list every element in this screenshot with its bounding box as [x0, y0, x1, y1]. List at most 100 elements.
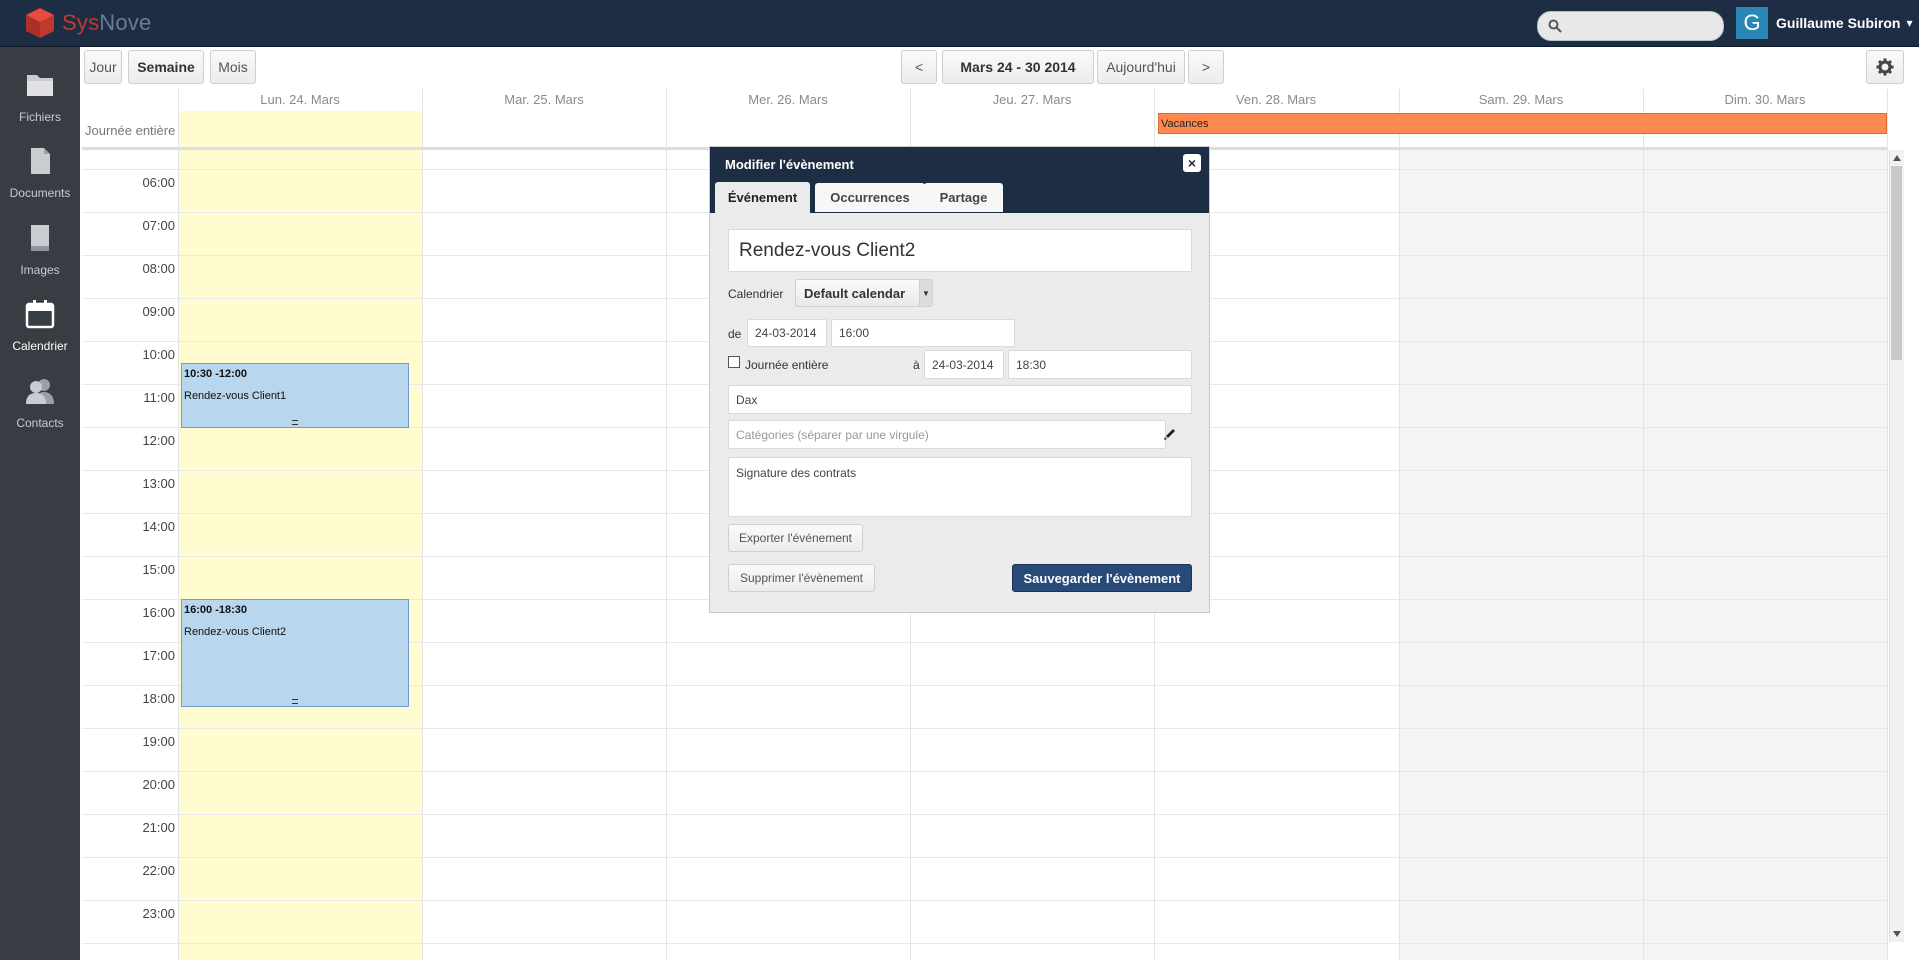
hour-line: [82, 814, 1887, 815]
calendar-icon: [25, 300, 55, 329]
grid-line: [666, 89, 667, 960]
sidebar: Fichiers Documents Images Calendrier Con…: [0, 47, 80, 960]
hour-line: [82, 728, 1887, 729]
allday-label: Journée entière: [745, 358, 829, 372]
hour-line: [82, 857, 1887, 858]
scroll-up-icon[interactable]: [1892, 153, 1902, 163]
dialog-title: Modifier l'évènement: [725, 157, 854, 172]
user-name: Guillaume Subiron: [1776, 15, 1901, 31]
sidebar-item-images[interactable]: Images: [0, 210, 80, 286]
calendar-label: Calendrier: [728, 287, 784, 301]
hour-label: 06:00: [142, 175, 175, 190]
sidebar-item-calendrier[interactable]: Calendrier: [0, 286, 80, 362]
sidebar-item-label: Documents: [9, 186, 71, 200]
event-title: Rendez-vous Client2: [184, 626, 287, 638]
day-header[interactable]: Mar. 25. Mars: [422, 89, 666, 111]
event-title: Rendez-vous Client1: [184, 390, 287, 402]
grid-line: [422, 89, 423, 960]
hour-label: 17:00: [142, 648, 175, 663]
sidebar-item-documents[interactable]: Documents: [0, 133, 80, 209]
hour-label: 07:00: [142, 218, 175, 233]
calendar-select-value: Default calendar: [804, 285, 906, 301]
from-date-input[interactable]: 24-03-2014: [747, 319, 827, 347]
user-menu[interactable]: G Guillaume Subiron ▾: [1736, 7, 1913, 39]
day-header[interactable]: Jeu. 27. Mars: [910, 89, 1154, 111]
hour-label: 08:00: [142, 261, 175, 276]
day-header[interactable]: Ven. 28. Mars: [1154, 89, 1398, 111]
hour-label: 11:00: [143, 390, 175, 405]
sidebar-item-label: Images: [20, 263, 60, 277]
allday-row-label: Journée entière: [85, 123, 176, 138]
app-logo[interactable]: SysNove: [24, 6, 151, 40]
hour-label: 18:00: [142, 691, 175, 706]
view-week-button[interactable]: Semaine: [128, 50, 204, 84]
delete-event-button[interactable]: Supprimer l'évènement: [728, 564, 875, 592]
event-time: 10:30 -12:00: [184, 368, 247, 380]
grid-line: [1643, 89, 1644, 960]
resize-handle[interactable]: [292, 420, 298, 425]
to-time-input[interactable]: 18:30: [1008, 350, 1192, 379]
search-input[interactable]: [1537, 11, 1724, 41]
search-icon: [1548, 19, 1562, 33]
today-button[interactable]: Aujourd'hui: [1097, 50, 1185, 84]
view-month-button[interactable]: Mois: [210, 50, 256, 84]
scroll-down-icon[interactable]: [1892, 929, 1902, 939]
scroll-thumb[interactable]: [1891, 166, 1902, 360]
avatar: G: [1736, 7, 1768, 39]
prev-week-button[interactable]: <: [901, 50, 937, 84]
from-time-input[interactable]: 16:00: [831, 319, 1015, 347]
save-event-button[interactable]: Sauvegarder l'évènement: [1012, 564, 1192, 592]
calendar-scrollbar[interactable]: [1889, 150, 1904, 942]
document-icon: [31, 148, 50, 174]
day-header[interactable]: Dim. 30. Mars: [1643, 89, 1887, 111]
next-week-button[interactable]: >: [1188, 50, 1224, 84]
edit-event-dialog: Modifier l'évènement × Événement Occurre…: [709, 146, 1210, 613]
categories-input[interactable]: Catégories (séparer par une virgule): [728, 420, 1166, 449]
hour-line: [82, 900, 1887, 901]
hour-label: 20:00: [142, 777, 175, 792]
event-block[interactable]: 10:30 -12:00 Rendez-vous Client1: [181, 363, 409, 428]
hour-label: 21:00: [142, 820, 175, 835]
settings-button[interactable]: [1866, 50, 1904, 84]
today-column: [178, 111, 422, 960]
to-date-input[interactable]: 24-03-2014: [924, 350, 1004, 379]
tab-occurrences[interactable]: Occurrences: [815, 183, 925, 212]
grid-line: [178, 89, 179, 960]
hour-label: 12:00: [142, 433, 175, 448]
contacts-icon: [26, 379, 54, 404]
day-header[interactable]: Sam. 29. Mars: [1399, 89, 1643, 111]
day-header[interactable]: Lun. 24. Mars: [178, 89, 422, 111]
view-day-button[interactable]: Jour: [84, 50, 122, 84]
location-input[interactable]: Dax: [728, 385, 1192, 414]
tab-partage[interactable]: Partage: [924, 183, 1003, 212]
sidebar-item-fichiers[interactable]: Fichiers: [0, 57, 80, 133]
event-title-input[interactable]: Rendez-vous Client2: [728, 229, 1192, 272]
hour-line: [82, 771, 1887, 772]
hour-label: 19:00: [142, 734, 175, 749]
chevron-down-icon: ▾: [1906, 16, 1913, 30]
chevron-down-icon: ▼: [919, 280, 932, 306]
image-icon: [31, 225, 49, 251]
tab-evenement[interactable]: Événement: [715, 182, 810, 213]
folder-icon: [27, 75, 53, 96]
hour-label: 16:00: [142, 605, 175, 620]
export-event-button[interactable]: Exporter l'événement: [728, 524, 863, 552]
sidebar-item-label: Fichiers: [18, 110, 61, 124]
pencil-icon[interactable]: [1163, 427, 1177, 441]
description-textarea[interactable]: Signature des contrats: [728, 457, 1192, 517]
grid-line: [1399, 89, 1400, 960]
hour-label: 10:00: [142, 347, 175, 362]
resize-handle[interactable]: [292, 699, 298, 704]
sidebar-item-contacts[interactable]: Contacts: [0, 363, 80, 439]
day-header[interactable]: Mer. 26. Mars: [666, 89, 910, 111]
calendar-select[interactable]: Default calendar ▼: [795, 279, 933, 307]
to-label: à: [913, 358, 920, 372]
hour-label: 15:00: [142, 562, 175, 577]
hour-label: 23:00: [142, 906, 175, 921]
close-icon[interactable]: ×: [1183, 154, 1201, 172]
event-block[interactable]: 16:00 -18:30 Rendez-vous Client2: [181, 599, 409, 707]
allday-checkbox[interactable]: [728, 356, 740, 368]
allday-event-vacances[interactable]: Vacances: [1158, 113, 1887, 134]
calendar-toolbar: Jour Semaine Mois < Mars 24 - 30 2014 Au…: [82, 47, 1919, 89]
app-name: SysNove: [62, 10, 152, 35]
